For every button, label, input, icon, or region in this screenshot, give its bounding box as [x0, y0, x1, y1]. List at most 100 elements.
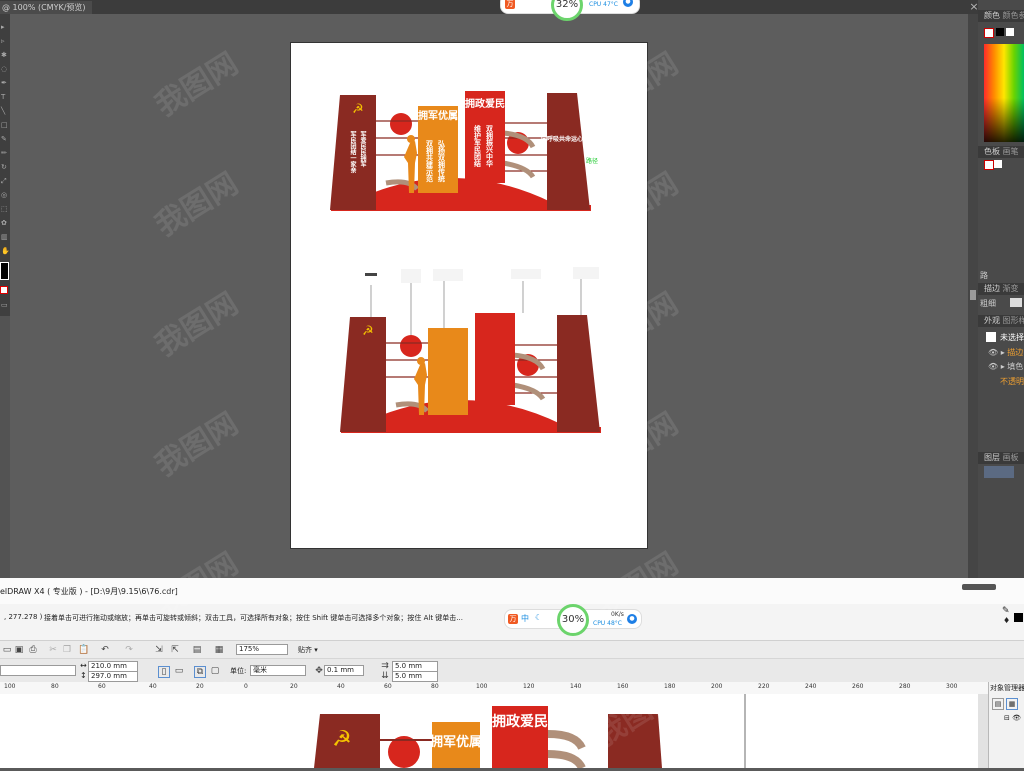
publish-pdf-icon[interactable]: ▤ [192, 645, 202, 655]
black-swatch[interactable] [996, 28, 1004, 36]
tab-color[interactable]: 颜色 颜色参考 [978, 10, 1024, 22]
type-tool-icon[interactable]: T [1, 94, 8, 101]
unit-label: 单位: [230, 667, 247, 675]
ruler-tick: 0 [244, 683, 248, 690]
design-artwork: ☭ 军民团结一家亲 军爱民民拥军 拥军优属 双拥共建示范 弘扬双拥传统 拥政爱民… [330, 91, 601, 433]
line-tool-icon[interactable]: ╲ [1, 108, 8, 115]
pencil-tool-icon[interactable]: ✏ [1, 150, 8, 157]
print-icon[interactable]: ⎙ [28, 645, 38, 655]
import-icon[interactable]: ⇲ [154, 645, 164, 655]
duplicate-y-icon: ⇊ [381, 671, 389, 681]
toolbox: ▸ ▹ ✱ ◌ ✒ T ╲ □ ✎ ✏ ↻ ⤢ ◎ ⬚ ✿ ▥ ✋ ▭ [0, 14, 10, 316]
nudge-distance-field[interactable]: 0.1 mm [324, 665, 364, 676]
redo-icon[interactable]: ↷ [124, 645, 134, 655]
vertical-scrollbar[interactable] [978, 694, 988, 768]
drawing-page[interactable]: ☭ 拥军优属 拥政爱民 [4, 694, 746, 770]
boost-icon[interactable]: ● [623, 0, 633, 7]
eye-icon[interactable]: 👁 [988, 362, 998, 371]
appearance-opacity-row[interactable]: 不透明度 [1000, 376, 1024, 387]
page-height-field[interactable]: 297.0 mm [88, 671, 138, 682]
scrollbar-thumb[interactable] [970, 290, 976, 300]
symbol-tool-icon[interactable]: ✿ [1, 220, 8, 227]
layer-tree-node[interactable]: ⊟ 👁 [1004, 714, 1021, 722]
graph-tool-icon[interactable]: ▥ [1, 234, 8, 241]
moon-icon: ☾ [535, 613, 543, 622]
tab-layers[interactable]: 图层 画板 [978, 452, 1024, 464]
swatch-white[interactable] [994, 160, 1002, 168]
free-transform-tool-icon[interactable]: ⬚ [1, 206, 8, 213]
top-block1-title: 拥军优属 [418, 109, 458, 122]
design-top: ☭ [330, 91, 591, 211]
magic-wand-tool-icon[interactable]: ✱ [1, 52, 8, 59]
current-page-icon[interactable]: ▢ [210, 666, 220, 676]
pen-tool-icon[interactable]: ✒ [1, 80, 8, 87]
zoom-block1-title: 拥军优属 [430, 734, 482, 749]
width-icon: ↔ [80, 661, 87, 670]
save-icon[interactable]: ▣ [14, 645, 24, 655]
weight-field[interactable] [1010, 298, 1022, 307]
tab-appearance[interactable]: 外观 图形样式 [978, 315, 1024, 327]
color-spectrum[interactable] [984, 44, 1024, 142]
ruler-tick: 140 [570, 683, 582, 690]
rotate-tool-icon[interactable]: ↻ [1, 164, 8, 171]
paste-icon[interactable]: 📋 [78, 645, 89, 655]
selection-tool-icon[interactable]: ▸ [1, 24, 8, 31]
duplicate-y-field[interactable]: 5.0 mm [392, 671, 438, 682]
ruler-tick: 60 [98, 683, 106, 690]
cut-icon[interactable]: ✂ [48, 645, 58, 655]
landscape-icon[interactable]: ▭ [174, 666, 184, 676]
brush-tool-icon[interactable]: ✎ [1, 136, 8, 143]
portrait-icon[interactable]: ▯ [158, 666, 170, 678]
snap-to-dropdown[interactable]: 贴齐 ▾ [298, 645, 318, 655]
standard-toolbar: ▭ ▣ ⎙ ✂ ❐ 📋 ↶ ↷ ⇲ ⇱ ▤ ▦ 175% 贴齐 ▾ [0, 640, 1024, 659]
boost-icon[interactable]: ● [627, 614, 637, 624]
appearance-unselected: 未选择 [1000, 333, 1024, 342]
swatch-none[interactable] [984, 160, 994, 170]
undo-icon[interactable]: ↶ [100, 645, 110, 655]
window-controls[interactable] [962, 584, 996, 590]
direct-selection-tool-icon[interactable]: ▹ [1, 38, 8, 45]
appearance-fill-row[interactable]: 👁 ▸ 填色 [988, 361, 1024, 372]
top-right-slogan: 同呼吸共命运心连心 [541, 135, 595, 143]
ruler-tick: 80 [51, 683, 59, 690]
white-swatch[interactable] [1006, 28, 1014, 36]
export-icon[interactable]: ⇱ [170, 645, 180, 655]
hand-tool-icon[interactable]: ✋ [1, 248, 10, 255]
zoom-level[interactable]: 175% [236, 644, 288, 655]
layer-row[interactable] [984, 466, 1014, 478]
scale-tool-icon[interactable]: ⤢ [1, 178, 8, 185]
all-pages-icon[interactable]: ⧉ [194, 666, 206, 678]
rectangle-tool-icon[interactable]: □ [1, 122, 8, 129]
eye-icon[interactable]: 👁 [988, 348, 998, 357]
unit-select[interactable]: 毫米 [250, 665, 306, 676]
lasso-tool-icon[interactable]: ◌ [1, 66, 8, 73]
system-monitor-bottom[interactable]: 万 中 ☾ 30% 0K/s CPU 48°C ● [504, 604, 642, 636]
stroke-swatch[interactable] [0, 286, 8, 294]
svg-text:☭: ☭ [362, 324, 374, 339]
fill-swatch[interactable] [0, 262, 9, 280]
fill-color-swatch[interactable] [1014, 613, 1023, 622]
none-swatch[interactable] [984, 28, 994, 38]
show-properties-icon[interactable]: ▤ [992, 698, 1004, 710]
copy-icon[interactable]: ❐ [62, 645, 72, 655]
tab-swatches[interactable]: 色板 画笔 [978, 146, 1024, 158]
artboard[interactable]: ☭ 军民团结一家亲 军爱民民拥军 拥军优属 双拥共建示范 弘扬双拥传统 拥政爱民… [291, 43, 647, 548]
ruler-tick: 180 [664, 683, 676, 690]
warp-tool-icon[interactable]: ◎ [1, 192, 8, 199]
paper-size-select[interactable] [0, 665, 76, 676]
tab-stroke[interactable]: 描边 渐变 [978, 283, 1024, 295]
pen-icon[interactable]: ✎ [1002, 606, 1010, 616]
new-icon[interactable]: ▭ [2, 645, 12, 655]
cursor-coordinates: , 277.278 ) [4, 613, 43, 621]
layer-manager-view-icon[interactable]: ▦ [1006, 698, 1018, 710]
appearance-stroke-row[interactable]: 👁 ▸ 描边 [988, 347, 1024, 358]
net-speed: 0K/s [611, 611, 624, 618]
document-tab[interactable]: @ 100% (CMYK/预览) [0, 1, 92, 14]
panel-row-misc: 路 [980, 271, 988, 280]
docker-title: 对象管理器 [990, 684, 1024, 692]
system-monitor-top[interactable]: 万 32% CPU 47°C ● [500, 0, 640, 21]
pasteboard[interactable] [746, 694, 978, 768]
application-launcher-icon[interactable]: ▦ [214, 645, 224, 655]
screen-mode-icon[interactable]: ▭ [1, 302, 8, 309]
ime-indicator[interactable]: 中 [521, 613, 529, 624]
